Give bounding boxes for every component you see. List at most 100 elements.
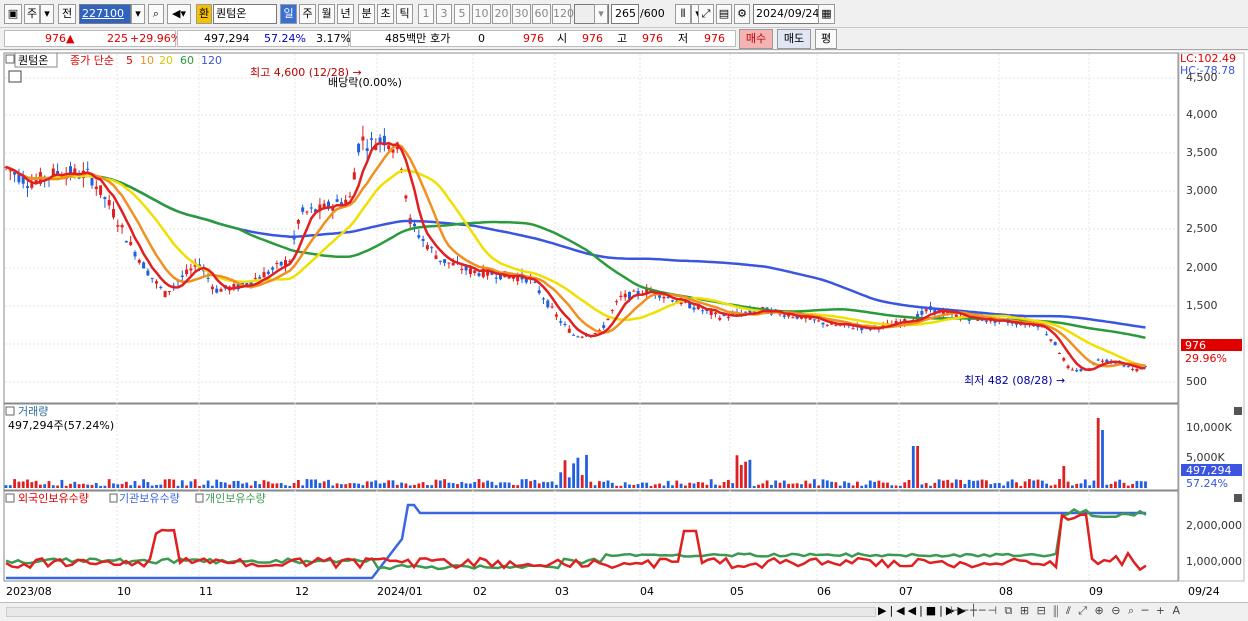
speaker-icon[interactable]: ◀▾ (167, 4, 191, 24)
hoga-value: 0 (478, 32, 485, 45)
volume-bar (438, 480, 442, 488)
candle-body (709, 310, 713, 316)
volume-bar (1079, 483, 1083, 488)
interval-10-button[interactable]: 10 (472, 4, 491, 24)
volume-bar (1045, 483, 1048, 488)
count-input[interactable]: 265 (611, 4, 639, 24)
interval-1-button[interactable]: 1 (418, 4, 434, 24)
volume-value: 497,294 (204, 32, 250, 45)
volume-bar (245, 482, 249, 488)
volume-bar (1096, 418, 1100, 488)
volume-bar (1118, 479, 1122, 488)
candle-body (1126, 366, 1130, 368)
date-input[interactable]: 2024/09/24 (753, 4, 819, 24)
up-arrow-icon: ▲ (66, 32, 75, 45)
volume-bar (813, 479, 816, 488)
interval-60-button[interactable]: 60 (532, 4, 551, 24)
layout-icon[interactable]: ▣ (4, 4, 22, 24)
tick-label: 3,500 (1186, 146, 1218, 159)
candle-body (8, 170, 12, 172)
volume-bar (1083, 479, 1087, 488)
volume-bar (1015, 482, 1018, 488)
candle-body (563, 324, 567, 326)
avg-button[interactable]: 평 (815, 29, 837, 49)
tab-tick[interactable]: 틱 (396, 4, 413, 24)
chart-area[interactable]: 퀀텀온 종가 단순 5 10 20 60 120 최고 4,600 (12/28… (0, 51, 1248, 604)
tab-day[interactable]: 일 (280, 4, 297, 24)
chevron-down-icon[interactable]: ▾ (594, 4, 608, 24)
candle-body (357, 143, 361, 153)
interval-5-button[interactable]: 5 (454, 4, 470, 24)
tab-minute[interactable]: 분 (358, 4, 375, 24)
x-tick: 2023/08 (6, 585, 52, 598)
volume-bar (189, 481, 193, 488)
volume-bar (954, 479, 958, 488)
candle-body (352, 172, 356, 180)
volume-bar (1010, 479, 1014, 488)
sell-button[interactable]: 매도 (777, 29, 811, 49)
calendar-icon[interactable]: ▦ (818, 4, 835, 24)
volume-bar (718, 485, 722, 488)
candle-body (425, 245, 429, 250)
draw-tool-icon[interactable]: ⤢ (698, 4, 714, 24)
chevron-down-icon[interactable]: ▾ (40, 4, 54, 24)
scroll-track[interactable] (6, 607, 876, 617)
candle-body (516, 276, 520, 282)
buy-button[interactable]: 매수 (739, 29, 773, 49)
tab-second[interactable]: 초 (377, 4, 394, 24)
volume-bar (258, 484, 262, 488)
min-price-label: 최저 482 (08/28) → (964, 374, 1065, 387)
candle-body (382, 135, 386, 144)
tick-label: 1,000,000 (1186, 555, 1242, 568)
volume-bar (903, 482, 907, 488)
tab-month[interactable]: 월 (318, 4, 335, 24)
table-icon[interactable] (8, 70, 22, 83)
candle-body (185, 269, 189, 275)
volume-bar (503, 482, 507, 488)
tab-week[interactable]: 주 (299, 4, 316, 24)
volume-bar (825, 480, 829, 488)
volume-bar (236, 480, 240, 488)
code-input[interactable]: 227100 (79, 4, 131, 24)
volume-bar (602, 481, 606, 488)
candle-body (572, 334, 576, 336)
volume-bar (967, 479, 971, 488)
candle-body (210, 286, 214, 290)
volume-bar (142, 479, 145, 488)
candle-body (77, 177, 81, 179)
x-tick: 2024/01 (377, 585, 423, 598)
volume-bar (60, 479, 64, 488)
chart-tool-icons[interactable]: ⊢─┼─⊣ ⧉ ⊞ ⊟ ⫼ ⫽ ⤢ ⊕ ⊖ ⌕ ─ + A (950, 604, 1182, 618)
interval-120-button[interactable]: 120 (552, 4, 574, 24)
price-panel-title: 퀀텀온 (18, 54, 48, 67)
gear-icon[interactable]: ⚙ (734, 4, 750, 24)
candle-body (1058, 353, 1061, 355)
candle-body (112, 209, 115, 218)
candle-body (1062, 358, 1066, 361)
interval-20-button[interactable]: 20 (492, 4, 511, 24)
interval-3-button[interactable]: 3 (436, 4, 452, 24)
period-week-button[interactable]: 주 (24, 4, 40, 24)
candle-icon[interactable]: ⫴ (675, 4, 691, 24)
search-icon[interactable]: ⌕ (148, 4, 164, 24)
close-panel-icon[interactable] (1234, 494, 1242, 502)
volume-bar (705, 484, 709, 488)
candle-body (215, 288, 219, 293)
save-icon[interactable]: ▤ (716, 4, 732, 24)
bottom-scrollbar[interactable]: ▶|◀◀|■|▶▶ ⊢─┼─⊣ ⧉ ⊞ ⊟ ⫼ ⫽ ⤢ ⊕ ⊖ ⌕ ─ + A (0, 602, 1248, 621)
tab-year[interactable]: 년 (337, 4, 354, 24)
volume-bar (408, 485, 412, 488)
interval-30-button[interactable]: 30 (512, 4, 531, 24)
close-panel-icon[interactable] (1234, 407, 1242, 415)
x-tick: 09 (1089, 585, 1103, 598)
candle-body (1045, 334, 1049, 336)
period-prev-button[interactable]: 전 (58, 4, 76, 24)
hwan-button[interactable]: 환 (196, 4, 212, 24)
volume-bar (1122, 482, 1126, 488)
stock-name-field[interactable]: 퀀텀온 (213, 4, 277, 24)
volume-bar (641, 482, 644, 488)
chart-svg[interactable]: 퀀텀온 종가 단순 5 10 20 60 120 최고 4,600 (12/28… (0, 51, 1248, 604)
last-volume-pct: 57.24% (1186, 477, 1228, 490)
volume-bar (365, 481, 369, 488)
chevron-down-icon[interactable]: ▾ (131, 4, 145, 24)
